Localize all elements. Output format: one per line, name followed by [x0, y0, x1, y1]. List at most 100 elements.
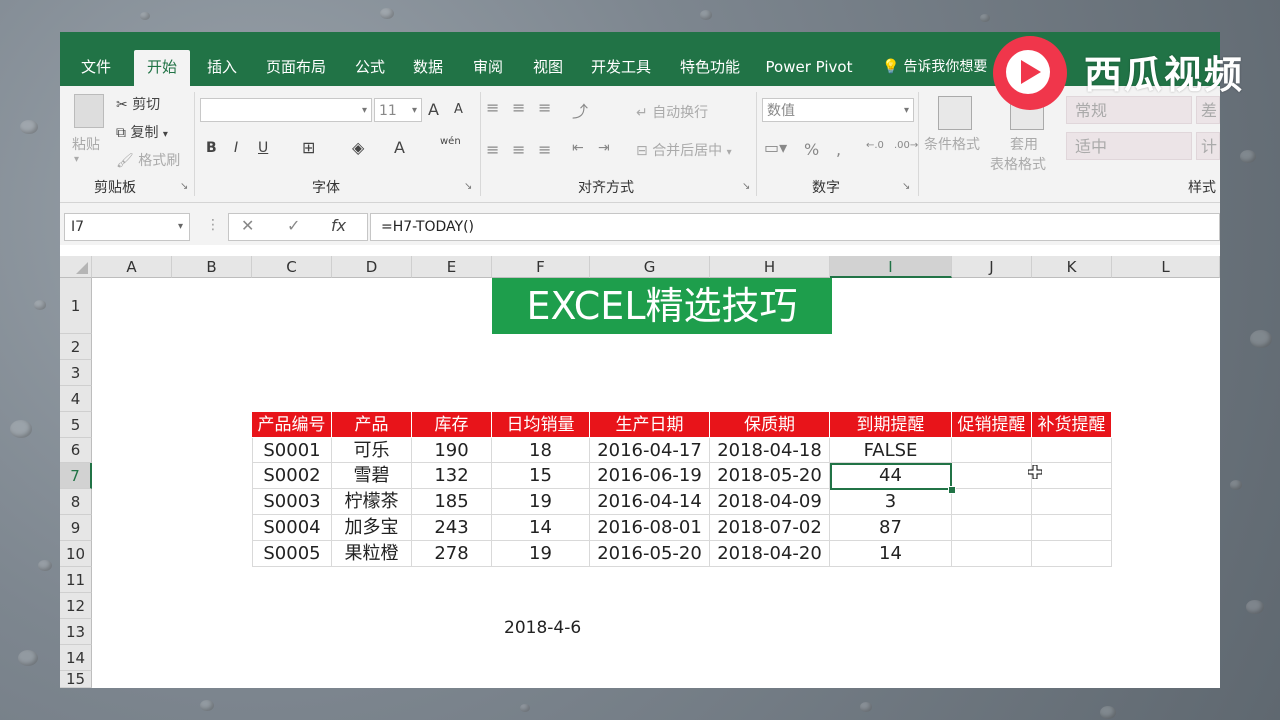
table-header-cell[interactable]: 产品编号: [252, 412, 332, 438]
table-cell[interactable]: S0003: [252, 489, 332, 515]
table-cell[interactable]: 14: [830, 541, 952, 567]
column-header-J[interactable]: J: [952, 256, 1032, 278]
tab-5[interactable]: 数据: [400, 50, 456, 86]
phonetic-icon[interactable]: wén: [440, 136, 461, 147]
table-header-cell[interactable]: 到期提醒: [830, 412, 952, 438]
table-cell[interactable]: 可乐: [332, 438, 412, 463]
table-cell[interactable]: 果粒橙: [332, 541, 412, 567]
row-header-15[interactable]: 15: [60, 671, 92, 688]
column-header-A[interactable]: A: [92, 256, 172, 278]
table-cell[interactable]: 柠檬茶: [332, 489, 412, 515]
copy-button[interactable]: ⧉ 复制 ▾: [116, 122, 168, 142]
table-cell[interactable]: 2016-08-01: [590, 515, 710, 541]
tab-3[interactable]: 页面布局: [254, 50, 338, 86]
table-cell[interactable]: 2018-04-20: [710, 541, 830, 567]
tab-2[interactable]: 插入: [194, 50, 250, 86]
table-cell[interactable]: 14: [492, 515, 590, 541]
comma-button[interactable]: ,: [836, 140, 841, 159]
table-cell[interactable]: 2018-07-02: [710, 515, 830, 541]
number-launcher-icon[interactable]: ↘: [902, 181, 910, 192]
table-cell[interactable]: 2018-05-20: [710, 463, 830, 489]
align-top-icon[interactable]: ≡: [486, 98, 499, 117]
row-header-8[interactable]: 8: [60, 489, 92, 515]
table-cell[interactable]: 87: [830, 515, 952, 541]
table-cell[interactable]: 185: [412, 489, 492, 515]
column-header-E[interactable]: E: [412, 256, 492, 278]
grow-font-button[interactable]: A: [428, 100, 439, 119]
tab-8[interactable]: 开发工具: [576, 50, 666, 86]
tab-10[interactable]: Power Pivot: [754, 50, 864, 86]
table-header-cell[interactable]: 促销提醒: [952, 412, 1032, 438]
paste-button[interactable]: 粘贴: [72, 134, 100, 154]
table-header-cell[interactable]: 生产日期: [590, 412, 710, 438]
table-format-line1[interactable]: 套用: [1010, 134, 1038, 154]
row-header-6[interactable]: 6: [60, 438, 92, 463]
table-cell[interactable]: 2016-05-20: [590, 541, 710, 567]
conditional-format-icon[interactable]: [938, 96, 972, 130]
table-cell[interactable]: 2016-04-17: [590, 438, 710, 463]
table-cell[interactable]: S0005: [252, 541, 332, 567]
format-painter-button[interactable]: 🖌 格式刷: [116, 150, 180, 170]
insert-function-icon[interactable]: fx: [331, 216, 346, 235]
column-header-G[interactable]: G: [590, 256, 710, 278]
table-cell[interactable]: S0001: [252, 438, 332, 463]
table-cell[interactable]: 15: [492, 463, 590, 489]
align-bottom-icon[interactable]: ≡: [538, 98, 551, 117]
paste-icon[interactable]: [74, 94, 104, 128]
table-header-cell[interactable]: 补货提醒: [1032, 412, 1112, 438]
table-cell[interactable]: [952, 515, 1032, 541]
table-header-cell[interactable]: 日均销量: [492, 412, 590, 438]
row-header-10[interactable]: 10: [60, 541, 92, 567]
table-cell[interactable]: 2018-04-09: [710, 489, 830, 515]
name-box[interactable]: I7 ▾: [64, 213, 190, 241]
table-header-cell[interactable]: 库存: [412, 412, 492, 438]
table-cell[interactable]: [1032, 463, 1112, 489]
today-cell-value[interactable]: 2018-4-6: [504, 618, 581, 638]
row-header-3[interactable]: 3: [60, 360, 92, 386]
font-color-icon[interactable]: A: [394, 138, 405, 157]
decrease-decimal-icon[interactable]: .00→: [894, 140, 918, 151]
table-cell[interactable]: 2018-04-18: [710, 438, 830, 463]
underline-button[interactable]: U: [258, 140, 268, 156]
table-cell[interactable]: 190: [412, 438, 492, 463]
indent-decrease-icon[interactable]: ⇤: [572, 140, 584, 156]
style-bad-partial[interactable]: 差: [1196, 96, 1220, 124]
table-cell[interactable]: 278: [412, 541, 492, 567]
column-header-F[interactable]: F: [492, 256, 590, 278]
table-format-line2[interactable]: 表格格式: [990, 154, 1046, 174]
tab-4[interactable]: 公式: [342, 50, 398, 86]
row-header-13[interactable]: 13: [60, 619, 92, 645]
table-header-cell[interactable]: 产品: [332, 412, 412, 438]
table-cell[interactable]: [952, 463, 1032, 489]
formula-input[interactable]: =H7-TODAY(): [370, 213, 1220, 241]
fill-color-icon[interactable]: ◈: [352, 138, 364, 157]
cancel-icon[interactable]: ✕: [241, 216, 254, 235]
table-cell[interactable]: 19: [492, 541, 590, 567]
table-cell[interactable]: [952, 489, 1032, 515]
table-cell[interactable]: S0002: [252, 463, 332, 489]
wrap-text-button[interactable]: ↵ 自动换行: [636, 102, 708, 122]
tab-9[interactable]: 特色功能: [666, 50, 754, 86]
currency-icon[interactable]: ▭▾: [764, 138, 787, 157]
table-cell[interactable]: S0004: [252, 515, 332, 541]
increase-decimal-icon[interactable]: ←.0: [866, 140, 884, 151]
table-cell[interactable]: 雪碧: [332, 463, 412, 489]
border-icon[interactable]: ⊞: [302, 138, 315, 157]
percent-button[interactable]: %: [804, 140, 819, 159]
indent-increase-icon[interactable]: ⇥: [598, 140, 610, 156]
align-right-icon[interactable]: ≡: [538, 140, 551, 159]
style-neutral[interactable]: 适中: [1066, 132, 1192, 160]
tab-0[interactable]: 文件: [78, 50, 114, 86]
cut-button[interactable]: ✂ 剪切: [116, 94, 160, 114]
clipboard-launcher-icon[interactable]: ↘: [180, 181, 188, 192]
row-header-7[interactable]: 7: [60, 463, 92, 489]
style-calc-partial[interactable]: 计: [1196, 132, 1220, 160]
column-header-H[interactable]: H: [710, 256, 830, 278]
table-header-cell[interactable]: 保质期: [710, 412, 830, 438]
more-options-icon[interactable]: ⋮: [206, 217, 220, 233]
table-cell[interactable]: 2016-06-19: [590, 463, 710, 489]
title-banner[interactable]: EXCEL精选技巧: [492, 278, 832, 334]
paste-dropdown-icon[interactable]: ▾: [74, 154, 79, 165]
table-cell[interactable]: 44: [830, 463, 952, 489]
number-format-combo[interactable]: 数值 ▾: [762, 98, 914, 122]
